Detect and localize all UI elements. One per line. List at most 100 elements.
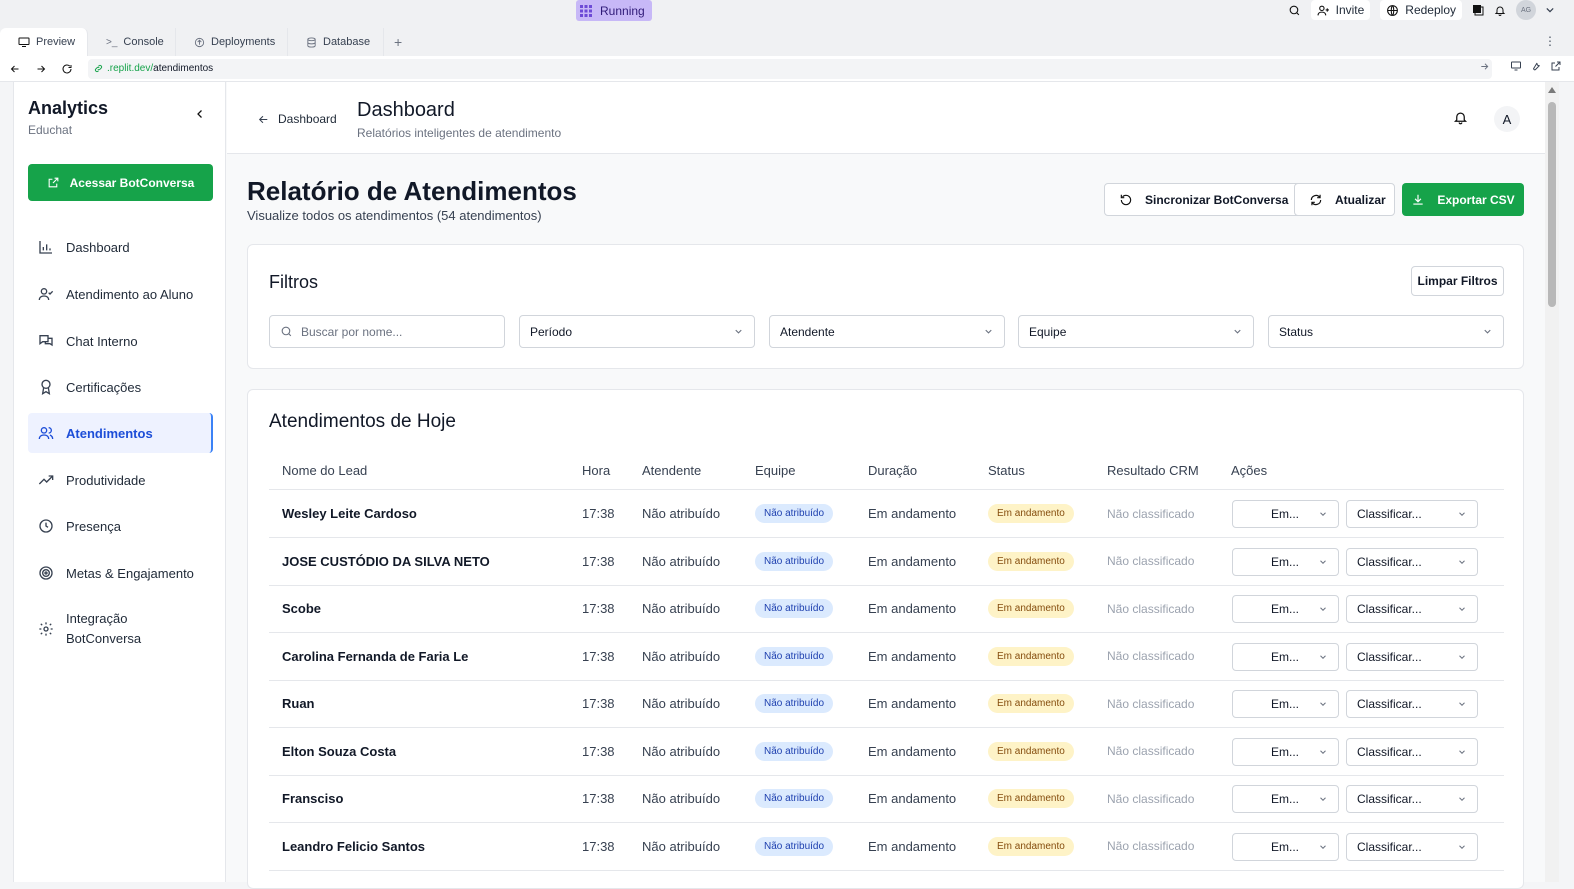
reload-icon[interactable] [56, 58, 78, 80]
search-input[interactable] [301, 324, 491, 339]
row-classify-select[interactable]: Classificar... [1346, 737, 1478, 766]
table-row[interactable]: Ruan 17:38 Não atribuído Não atribuído Em an… [269, 680, 1504, 728]
tab-label: Console [123, 36, 164, 48]
avatar[interactable]: A [1494, 106, 1520, 132]
row-classify-select[interactable]: Classificar... [1346, 690, 1478, 718]
table-row[interactable]: Leandro Felicio Santos 17:38 Não atribuído… [269, 823, 1504, 871]
row-classify-select[interactable]: Classificar... [1346, 642, 1478, 671]
tab-console[interactable]: >_ Console [88, 28, 176, 56]
table-row[interactable]: Carolina Fernanda de Faria Le 17:38 Não at… [269, 633, 1504, 681]
tab-database[interactable]: Database [288, 28, 384, 56]
duration-cell: Em andamento [868, 696, 957, 711]
row-status-select[interactable]: Em... [1232, 547, 1339, 576]
row-classify-select[interactable]: Classificar... [1346, 547, 1478, 576]
tab-deployments[interactable]: Deployments [176, 28, 288, 56]
row-classify-select[interactable]: Classificar... [1346, 832, 1478, 861]
refresh-button[interactable]: Atualizar [1294, 183, 1395, 216]
row-classify-select[interactable]: Classificar... [1346, 500, 1478, 528]
chevron-down-icon [1318, 652, 1328, 662]
tab-preview[interactable]: Preview [0, 28, 88, 56]
table-row[interactable]: Scobe 17:38 Não atribuído Não atribuído Em a… [269, 585, 1504, 633]
more-icon[interactable]: ⋮ [1544, 34, 1556, 48]
chevron-down-icon[interactable] [1546, 6, 1554, 14]
row-classify-select[interactable]: Classificar... [1346, 595, 1478, 623]
user-avatar[interactable]: AG [1516, 0, 1536, 20]
table-row[interactable]: Fransciso 17:38 Não atribuído Não atribuído… [269, 775, 1504, 823]
run-status-pill[interactable]: Running [576, 0, 652, 21]
table-row[interactable]: Elton Souza Costa 17:38 Não atribuído Não a… [269, 728, 1504, 776]
row-status-select[interactable]: Em... [1232, 595, 1339, 623]
team-cell: Não atribuído [755, 633, 834, 680]
row-status-select[interactable]: Em... [1232, 642, 1339, 671]
row-classify-select[interactable]: Classificar... [1346, 785, 1478, 813]
chat-icon [38, 333, 54, 349]
sync-botconversa-button[interactable]: Sincronizar BotConversa [1104, 183, 1304, 216]
row-classify-value: Classificar... [1357, 744, 1422, 759]
external-link-icon[interactable] [1550, 60, 1562, 72]
tab-label: Database [323, 36, 371, 48]
vertical-scrollbar[interactable] [1545, 82, 1559, 882]
sidebar-item-integracao[interactable]: Integração BotConversa [28, 603, 213, 655]
sidebar-item-produtividade[interactable]: Produtividade [28, 460, 213, 500]
row-status-select[interactable]: Em... [1232, 832, 1339, 861]
invite-button[interactable]: Invite [1310, 0, 1371, 20]
filters-title: Filtros [269, 272, 318, 292]
back-to-dashboard-link[interactable]: Dashboard [257, 112, 337, 126]
chevron-down-icon [733, 326, 744, 337]
sidebar-item-atendimento-aluno[interactable]: Atendimento ao Aluno [28, 274, 213, 314]
row-status-select[interactable]: Em... [1232, 500, 1339, 528]
crm-result-cell: Não classificado [1107, 601, 1195, 616]
devices-icon[interactable] [1510, 60, 1522, 72]
sidebar-item-label: Metas & Engajamento [66, 565, 194, 581]
access-botconversa-button[interactable]: Acessar BotConversa [28, 164, 213, 201]
go-arrow-icon[interactable] [1479, 60, 1490, 72]
new-tab-button[interactable]: + [384, 28, 412, 56]
redeploy-button[interactable]: Redeploy [1380, 0, 1462, 20]
crm-result-cell: Não classificado [1107, 554, 1195, 568]
windows-icon[interactable] [1472, 4, 1484, 16]
attendant-select[interactable]: Atendente [769, 315, 1005, 348]
sidebar-item-dashboard[interactable]: Dashboard [28, 227, 213, 267]
status-select[interactable]: Status [1268, 315, 1504, 348]
replit-top-bar: Running Invite Redeploy AG [0, 0, 1574, 26]
period-select[interactable]: Período [519, 315, 755, 348]
link-icon [94, 64, 103, 73]
status-badge: Em andamento [988, 504, 1074, 523]
chevron-left-icon[interactable] [194, 108, 206, 120]
clear-filters-button[interactable]: Limpar Filtros [1411, 266, 1504, 296]
bell-icon[interactable] [1494, 4, 1506, 17]
sidebar-item-certificacoes[interactable]: Certificações [28, 367, 213, 407]
scrollbar-thumb[interactable] [1548, 102, 1556, 307]
sidebar-item-atendimentos[interactable]: Atendimentos [28, 413, 213, 453]
sidebar-item-metas[interactable]: Metas & Engajamento [28, 553, 213, 593]
export-csv-button[interactable]: Exportar CSV [1402, 183, 1524, 216]
table-row[interactable]: Wesley Leite Cardoso 17:38 Não atribuído Nã… [269, 490, 1504, 538]
chevron-down-icon [1457, 604, 1467, 614]
back-arrow-icon[interactable] [4, 58, 26, 80]
scroll-up-icon[interactable] [1547, 86, 1557, 94]
sidebar-item-label: Atendimentos [66, 425, 153, 441]
sidebar-item-presenca[interactable]: Presença [28, 506, 213, 546]
status-badge: Em andamento [988, 646, 1074, 666]
wrench-icon[interactable] [1530, 60, 1542, 72]
status-badge: Em andamento [988, 741, 1074, 761]
bell-icon[interactable] [1453, 110, 1468, 125]
row-status-select[interactable]: Em... [1232, 785, 1339, 813]
team-select[interactable]: Equipe [1018, 315, 1254, 348]
tab-label: Preview [36, 36, 76, 48]
row-status-select[interactable]: Em... [1232, 737, 1339, 766]
lead-name: Scobe [282, 601, 322, 616]
search-icon[interactable] [1288, 4, 1301, 17]
column-header-crm: Resultado CRM [1107, 463, 1199, 478]
table-row[interactable]: JOSE CUSTÓDIO DA SILVA NETO 17:38 Não atri… [269, 538, 1504, 586]
url-field[interactable]: .replit.dev/atendimentos [88, 58, 1492, 79]
sidebar-item-chat-interno[interactable]: Chat Interno [28, 321, 213, 361]
duration-cell: Em andamento [868, 648, 957, 664]
row-status-select[interactable]: Em... [1232, 690, 1339, 718]
chevron-down-icon [1457, 794, 1467, 804]
row-status-value: Em... [1271, 554, 1300, 569]
table-title: Atendimentos de Hoje [269, 411, 456, 432]
url-path: atendimentos [153, 63, 214, 74]
forward-arrow-icon[interactable] [30, 58, 52, 80]
report-title: Relatório de Atendimentos [247, 176, 577, 206]
